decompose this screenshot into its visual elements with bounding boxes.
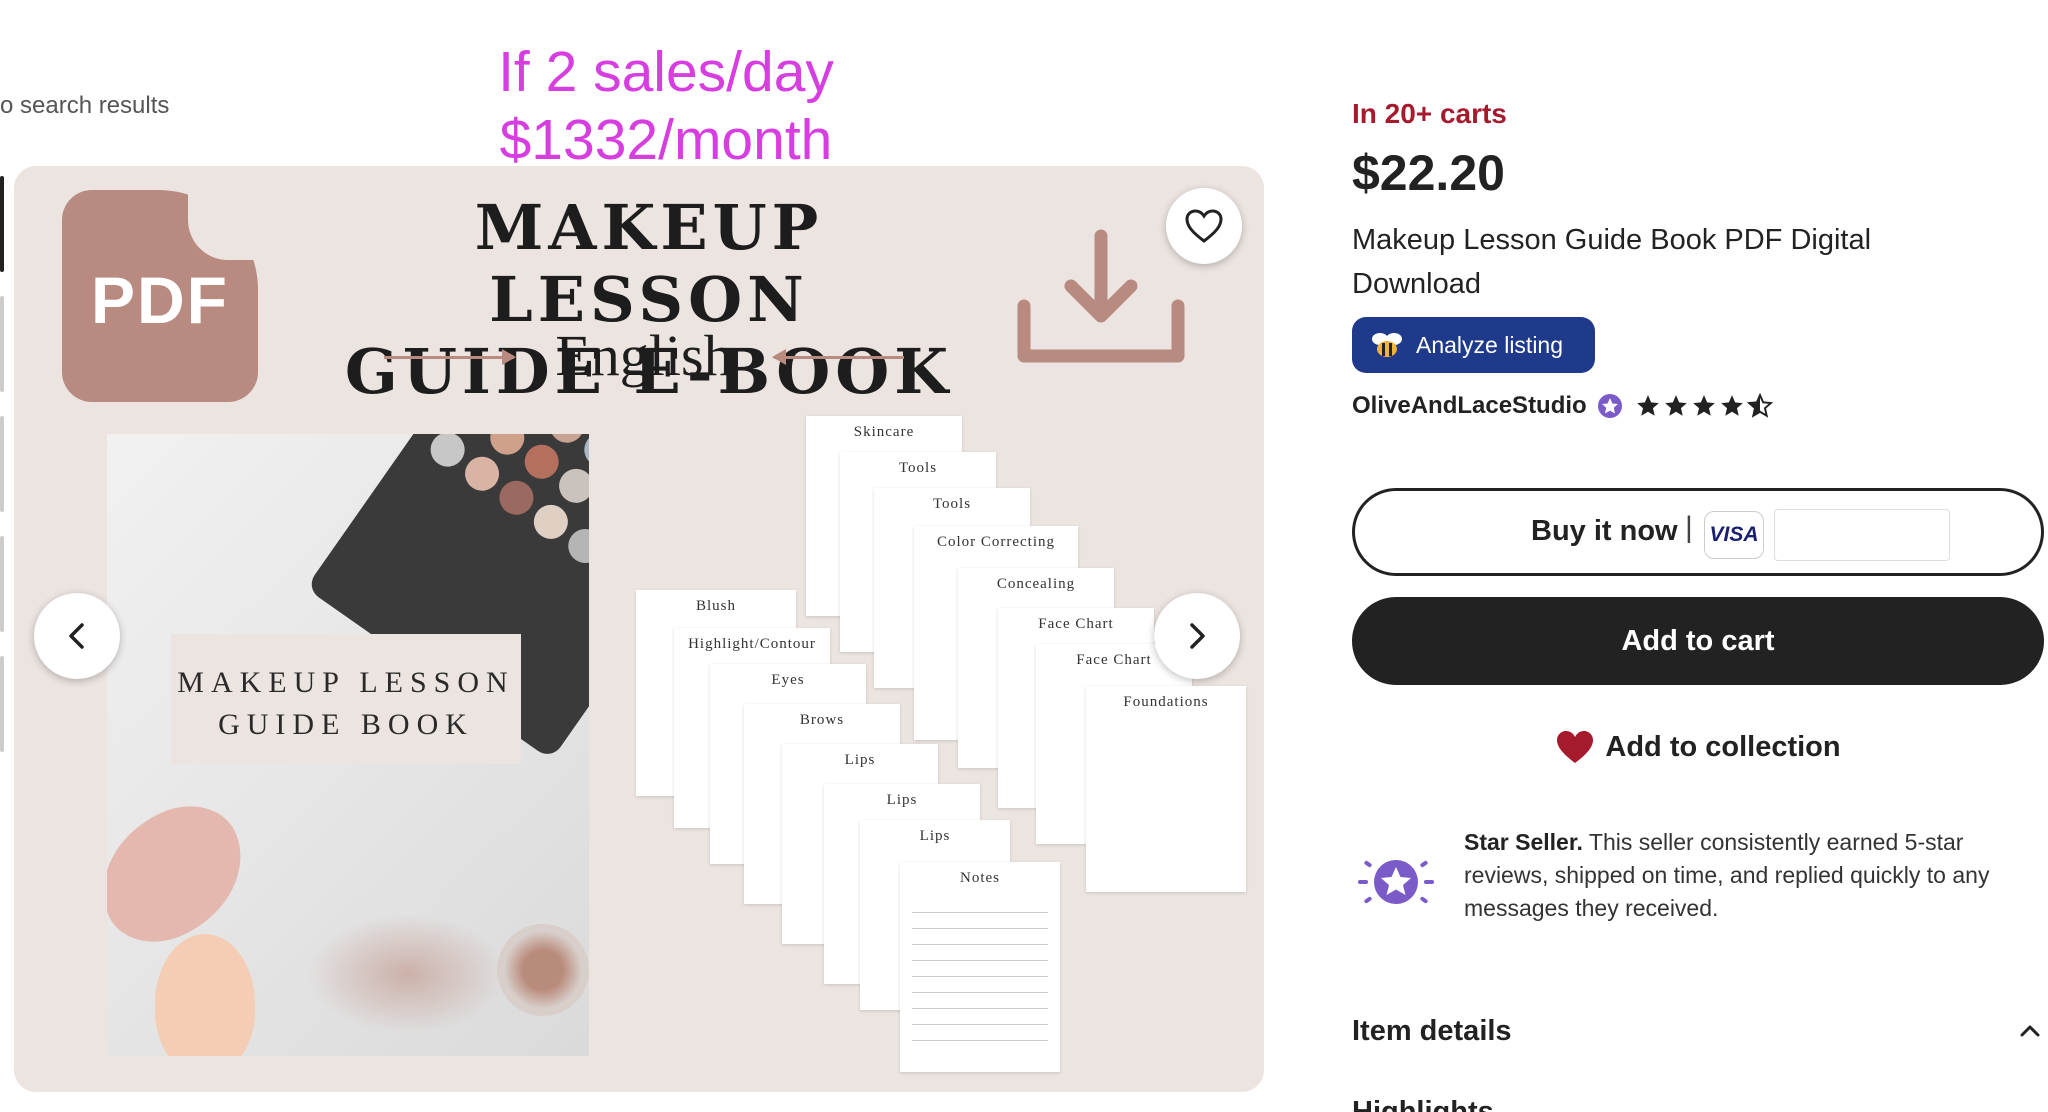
star-full-icon bbox=[1664, 395, 1687, 416]
add-to-collection-label: Add to collection bbox=[1605, 730, 1841, 763]
thumbnail[interactable] bbox=[0, 296, 4, 392]
listing-image: PDF MAKEUP LESSON GUIDE E-BOOK English M… bbox=[14, 166, 1264, 1092]
thumbnail[interactable] bbox=[0, 416, 4, 512]
price: $22.20 bbox=[1352, 145, 1505, 201]
star-seller-icon bbox=[1358, 860, 1434, 904]
listing-sidebar: In 20+ carts $22.20 Makeup Lesson Guide … bbox=[1352, 0, 2048, 1112]
star-seller-badge-icon bbox=[1597, 394, 1622, 418]
item-details-toggle[interactable]: Item details bbox=[1352, 1015, 2044, 1055]
pdf-file-icon: PDF bbox=[62, 190, 258, 402]
star-full-icon bbox=[1636, 395, 1659, 416]
star-seller-info: Star Seller. This seller consistently ea… bbox=[1356, 826, 2046, 946]
favorite-button[interactable] bbox=[1166, 188, 1242, 264]
highlights-heading: Highlights bbox=[1352, 1096, 1494, 1112]
sales-per-day: If 2 sales/day bbox=[498, 40, 834, 104]
makeup-brush bbox=[107, 787, 266, 961]
star-seller-description: Star Seller. This seller consistently ea… bbox=[1464, 829, 1990, 921]
sales-per-month: $1332/month bbox=[499, 108, 833, 172]
rating-stars[interactable] bbox=[1635, 393, 1773, 419]
powder-jar bbox=[497, 924, 589, 1016]
page-foundations: Foundations bbox=[1086, 686, 1246, 892]
guide-book-cover-photo: MAKEUP LESSON GUIDE BOOK bbox=[107, 434, 589, 1056]
chevron-left-icon bbox=[69, 623, 84, 649]
thumbnail[interactable] bbox=[0, 656, 4, 752]
chevron-up-icon bbox=[2020, 1025, 2040, 1037]
visa-card-icon: VISA bbox=[1704, 511, 1764, 559]
buy-separator: | bbox=[1685, 511, 1693, 544]
item-details-label: Item details bbox=[1352, 1015, 1512, 1047]
star-full-icon bbox=[1692, 395, 1715, 416]
makeup-sponge bbox=[155, 934, 255, 1056]
seller-row: OliveAndLaceStudio bbox=[1352, 388, 1773, 424]
buy-it-now-label: Buy it now bbox=[1531, 515, 1678, 547]
heart-filled-icon bbox=[1557, 731, 1594, 763]
heart-outline-icon bbox=[1185, 209, 1223, 243]
next-image-button[interactable] bbox=[1154, 593, 1240, 679]
listing-title: Makeup Lesson Guide Book PDF Digital Dow… bbox=[1352, 224, 1872, 300]
analyze-listing-button[interactable]: Analyze listing bbox=[1352, 317, 1595, 373]
sales-overlay-text: If 2 sales/day $1332/month bbox=[466, 38, 866, 174]
thumbnail[interactable] bbox=[0, 536, 4, 632]
language-row: English bbox=[384, 322, 904, 392]
add-to-cart-button[interactable]: Add to cart bbox=[1352, 597, 2044, 685]
add-to-collection-button[interactable]: Add to collection bbox=[1352, 728, 2044, 766]
bee-icon bbox=[1372, 333, 1402, 357]
in-carts-badge: In 20+ carts bbox=[1352, 98, 1507, 129]
chevron-right-icon bbox=[1190, 623, 1205, 649]
cover-title: MAKEUP LESSON GUIDE BOOK bbox=[171, 634, 521, 764]
star-half-icon bbox=[1746, 393, 1773, 418]
thumbnail-selected[interactable] bbox=[0, 176, 4, 272]
back-to-search-link[interactable]: o search results bbox=[0, 92, 169, 120]
star-full-icon bbox=[1720, 395, 1743, 416]
download-icon bbox=[1017, 229, 1185, 363]
buy-it-now-button[interactable]: Buy it now | VISA bbox=[1352, 488, 2044, 576]
seller-name-link[interactable]: OliveAndLaceStudio bbox=[1352, 392, 1587, 420]
previous-image-button[interactable] bbox=[34, 593, 120, 679]
payment-method-placeholder bbox=[1774, 509, 1950, 561]
page-notes: Notes bbox=[900, 862, 1060, 1072]
arrow-left-icon bbox=[772, 349, 904, 365]
analyze-listing-label: Analyze listing bbox=[1416, 331, 1564, 358]
